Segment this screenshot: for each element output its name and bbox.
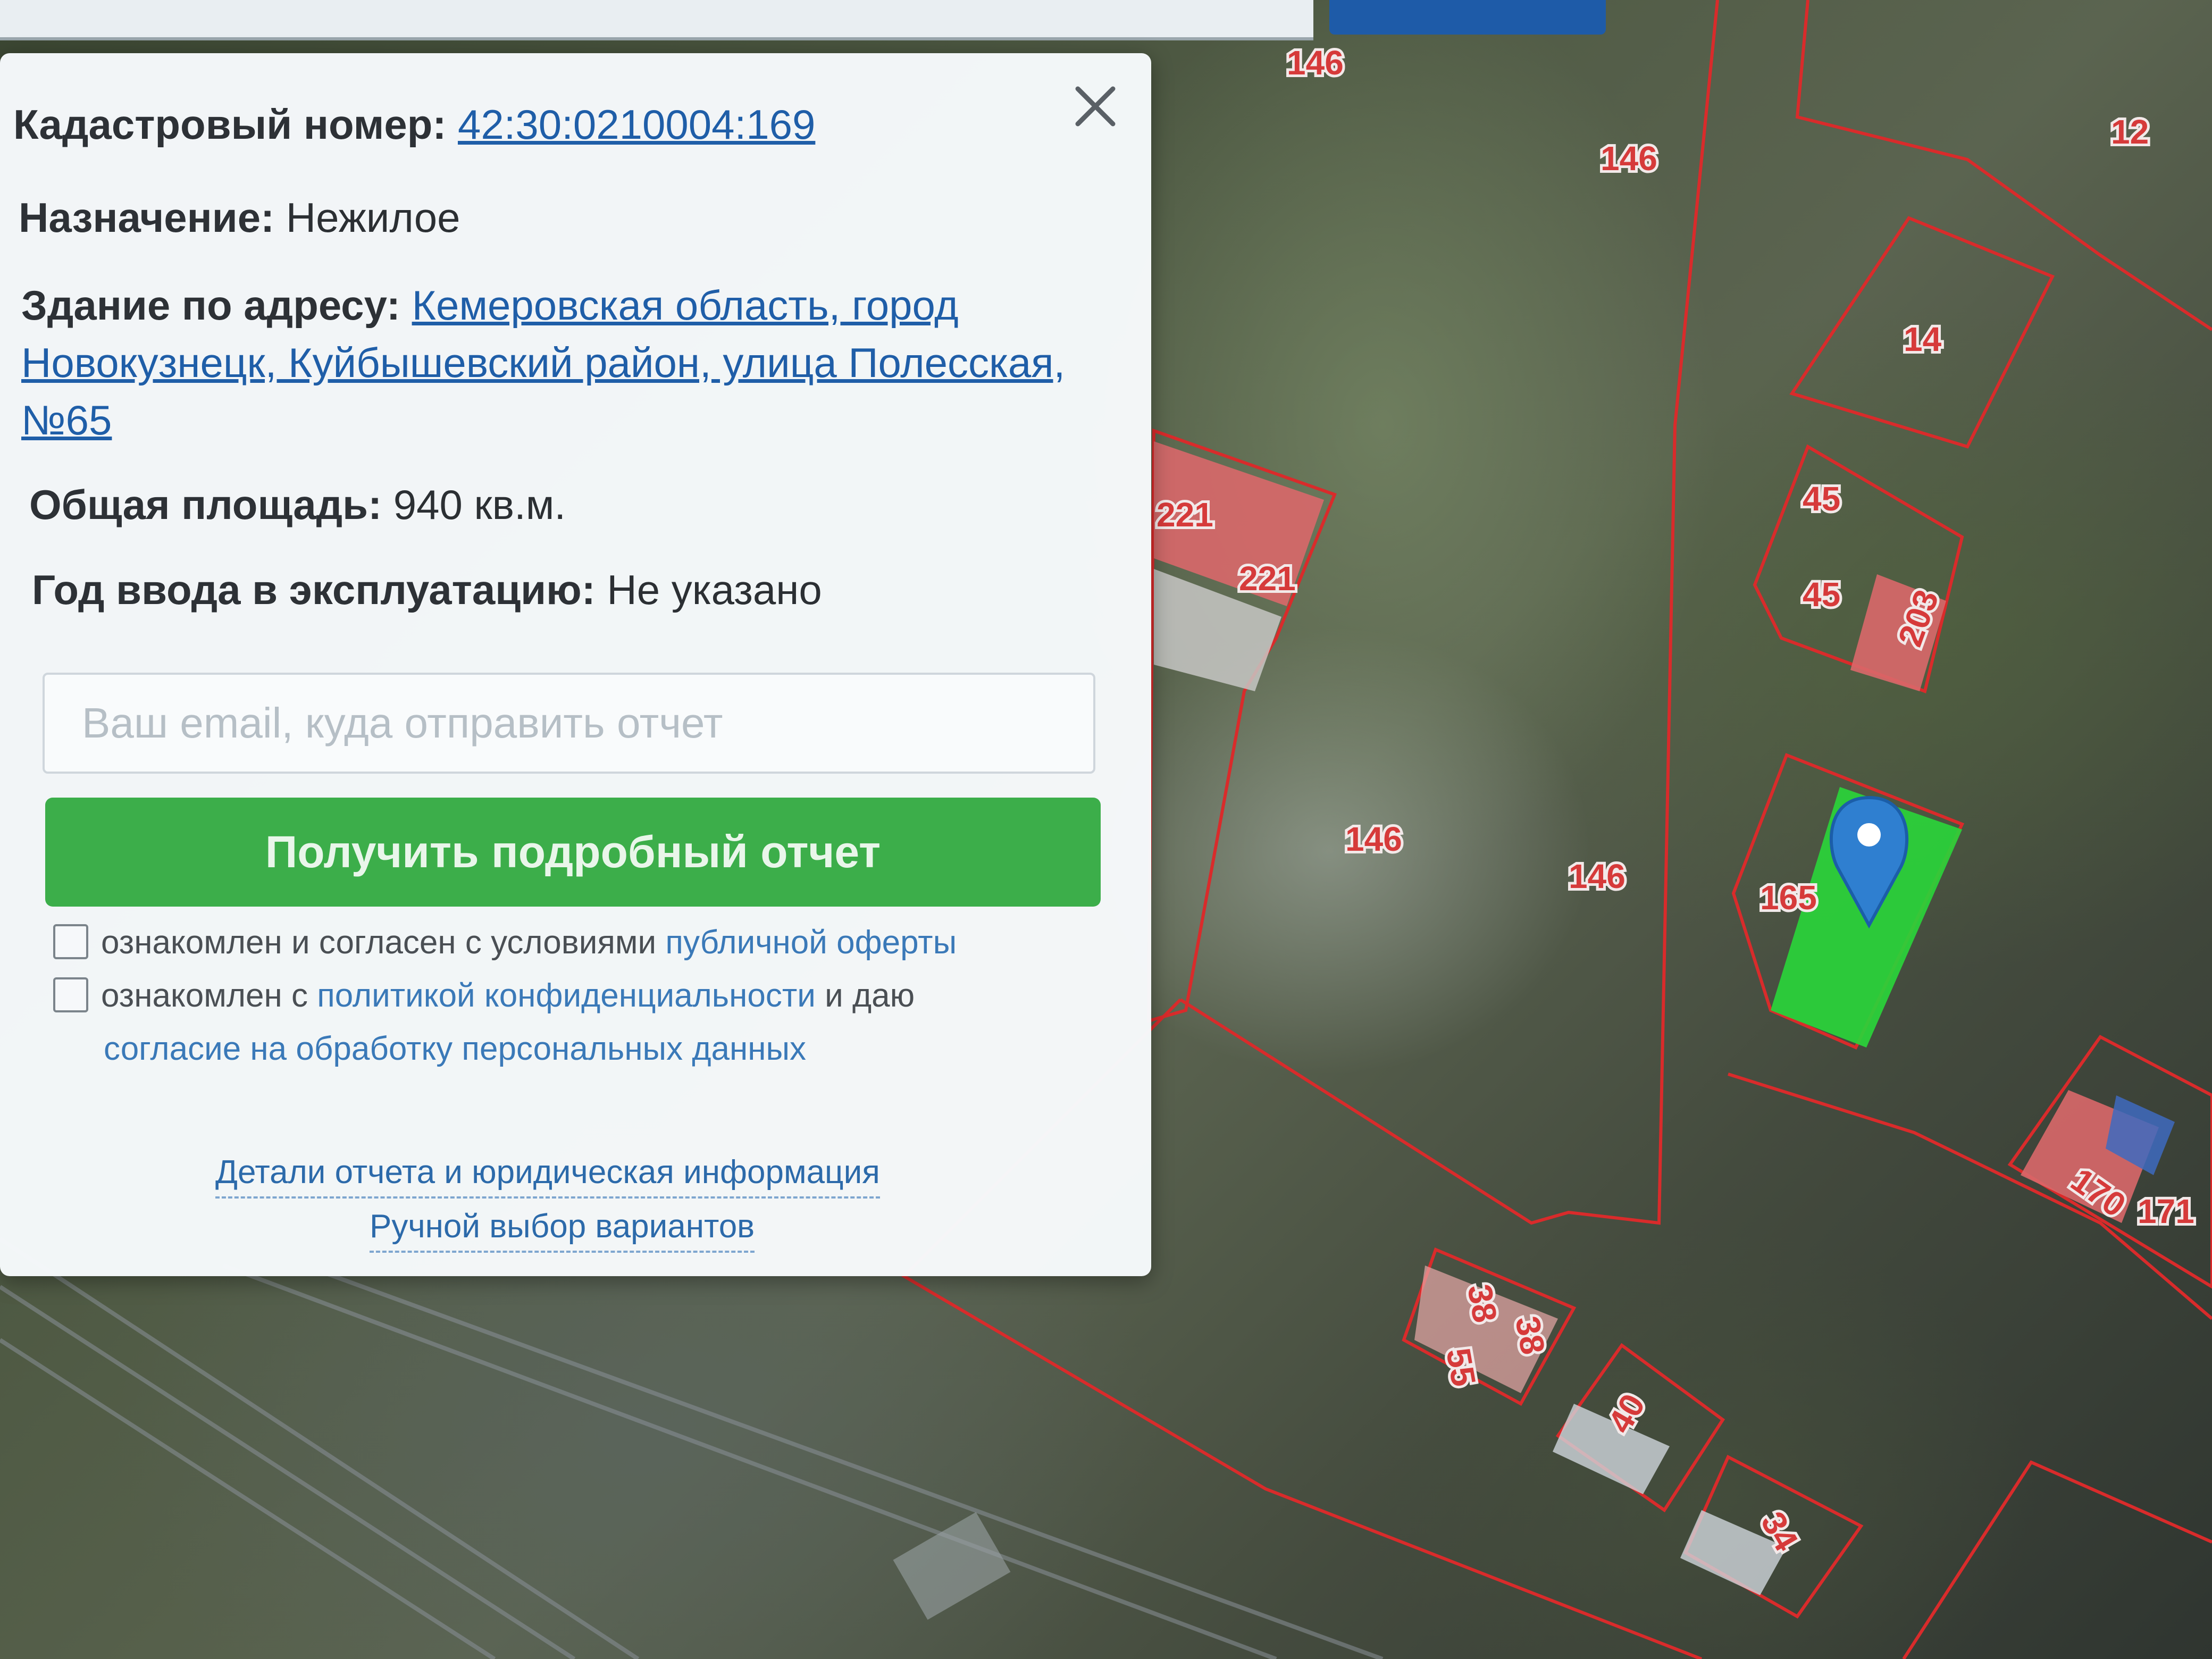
commission-year-label: Год ввода в эксплуатацию:: [32, 566, 596, 613]
close-button[interactable]: [1063, 74, 1127, 138]
parcel-label-146-right: 146: [1569, 857, 1626, 895]
parcel-label-221-top: 221: [1157, 496, 1213, 534]
search-bar-strip[interactable]: [0, 0, 1313, 40]
purpose-row: Назначение: Нежилое: [19, 189, 460, 246]
get-report-button[interactable]: Получить подробный отчет: [45, 798, 1101, 907]
manual-selection-link[interactable]: Ручной выбор вариантов: [370, 1203, 755, 1253]
area-value: 940 кв.м.: [393, 481, 566, 528]
public-offer-link[interactable]: публичной оферты: [665, 924, 957, 961]
parcel-southeast-border: [1902, 1460, 2212, 1659]
report-details-link[interactable]: Детали отчета и юридическая информация: [215, 1149, 880, 1199]
parcel-label-45-bottom: 45: [1803, 575, 1840, 614]
area-row: Общая площадь: 940 кв.м.: [29, 476, 566, 533]
email-input[interactable]: [43, 673, 1095, 774]
purpose-value: Нежилое: [286, 194, 460, 241]
purpose-label: Назначение:: [19, 194, 275, 241]
offer-consent-text: ознакомлен и согласен с условиями публич…: [101, 917, 957, 968]
parcel-label-146-middle: 146: [1345, 820, 1402, 858]
cadastral-number-row: Кадастровый номер: 42:30:0210004:169: [13, 96, 815, 153]
parcel-label-171: 171: [2138, 1192, 2194, 1230]
privacy-consent-text: ознакомлен с политикой конфиденциальност…: [101, 970, 915, 1021]
offer-checkbox[interactable]: [53, 924, 88, 959]
parcel-label-38-left: 38: [1460, 1281, 1504, 1326]
parcel-label-55: 55: [1439, 1345, 1483, 1389]
parcel-label-45-top: 45: [1803, 480, 1840, 518]
address-label: Здание по адресу:: [21, 282, 400, 329]
parcel-label-14: 14: [1904, 320, 1942, 358]
railway-tracks: [0, 1237, 1384, 1659]
privacy-text-end: и даю: [825, 977, 915, 1014]
parcel-label-221-bottom: 221: [1239, 559, 1296, 598]
cadastral-number-link[interactable]: 42:30:0210004:169: [458, 101, 815, 148]
privacy-text-start: ознакомлен с: [101, 977, 308, 1014]
privacy-policy-link[interactable]: политикой конфиденциальности: [317, 977, 816, 1014]
parcel-label-38-right: 38: [1508, 1313, 1552, 1358]
parcel-label-165: 165: [1760, 878, 1817, 917]
area-label: Общая площадь:: [29, 481, 382, 528]
offer-text: ознакомлен и согласен с условиями: [101, 924, 657, 961]
personal-data-consent-row: согласие на обработку персональных данны…: [104, 1024, 806, 1075]
privacy-checkbox[interactable]: [53, 977, 88, 1012]
commission-year-value: Не указано: [607, 566, 822, 613]
commission-year-row: Год ввода в эксплуатацию: Не указано: [32, 561, 822, 618]
cadastral-map-screen: 146 146 146 146 12 14 45 45 203 221 221 …: [0, 0, 2212, 1659]
address-row: Здание по адресу: Кемеровская область, г…: [21, 276, 1074, 449]
cadastral-number-label: Кадастровый номер:: [13, 101, 447, 148]
search-button-strip[interactable]: [1329, 0, 1606, 35]
building-shed: [893, 1512, 1011, 1620]
personal-data-consent-link[interactable]: согласие на обработку персональных данны…: [104, 1030, 806, 1067]
parcel-12-border: [1795, 0, 2212, 331]
parcel-label-146-top: 146: [1287, 44, 1344, 82]
parcel-label-12: 12: [2111, 113, 2149, 151]
parcel-label-146-upper: 146: [1601, 139, 1657, 178]
close-icon: [1075, 86, 1116, 127]
